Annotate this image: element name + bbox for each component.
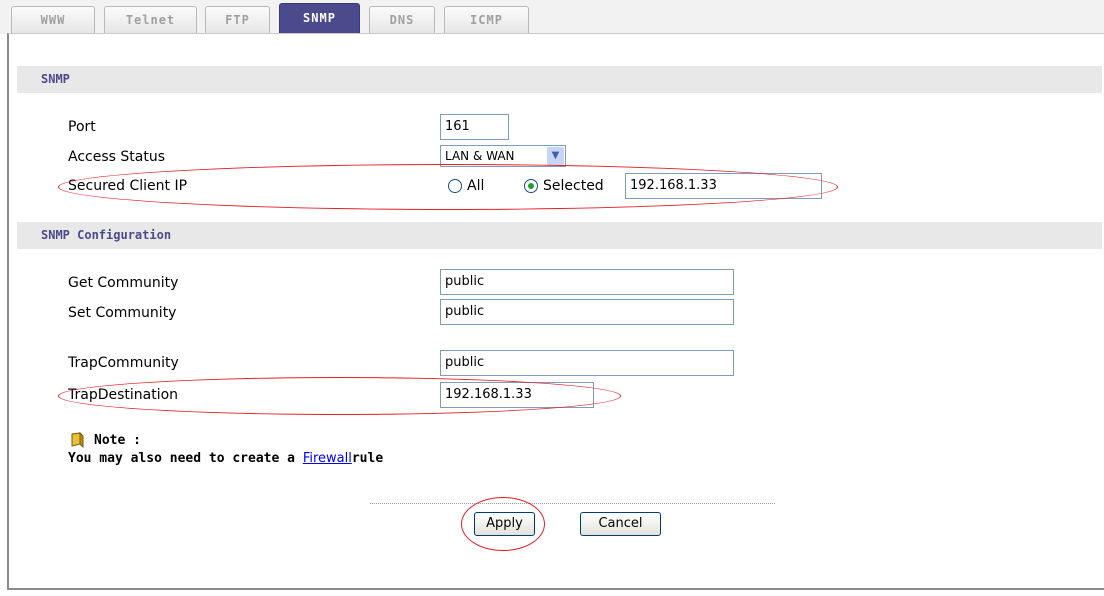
tab-dns[interactable]: DNS <box>369 6 435 33</box>
tab-icmp[interactable]: ICMP <box>444 6 529 33</box>
section-header-snmp-configuration: SNMP Configuration <box>17 222 1102 249</box>
tab-www[interactable]: WWW <box>11 6 95 33</box>
access-status-label: Access Status <box>68 149 165 165</box>
get-community-input[interactable]: public <box>440 269 734 295</box>
radio-all[interactable] <box>448 179 462 193</box>
note-icon <box>71 432 84 448</box>
note-title: Note : <box>94 433 141 448</box>
access-status-value: LAN & WAN <box>445 149 515 163</box>
trap-destination-label: TrapDestination <box>68 387 179 403</box>
note-text-after: rule <box>351 451 384 466</box>
section-header-snmp: SNMP <box>17 66 1102 93</box>
chevron-down-icon[interactable]: ▼ <box>547 147 564 165</box>
tab-telnet[interactable]: Telnet <box>104 6 197 33</box>
port-input[interactable]: 161 <box>440 114 509 140</box>
trap-community-input[interactable]: public <box>440 350 734 376</box>
get-community-label: Get Community <box>68 275 179 291</box>
radio-all-label: All <box>467 178 485 194</box>
port-label: Port <box>68 119 96 135</box>
secured-client-ip-input[interactable]: 192.168.1.33 <box>625 173 822 199</box>
radio-selected-label: Selected <box>543 178 604 194</box>
divider <box>370 503 775 504</box>
access-status-select[interactable]: LAN & WAN ▼ <box>440 145 566 167</box>
trap-destination-input[interactable]: 192.168.1.33 <box>440 382 594 408</box>
note-text: You may also need to create a Firewallru… <box>68 451 383 466</box>
radio-selected[interactable] <box>524 179 538 193</box>
note-text-before: You may also need to create a <box>68 451 303 466</box>
tab-ftp[interactable]: FTP <box>205 6 270 33</box>
set-community-input[interactable]: public <box>440 299 734 325</box>
tab-snmp[interactable]: SNMP <box>279 3 360 33</box>
firewall-link[interactable]: Firewall <box>303 451 352 466</box>
cancel-button[interactable]: Cancel <box>580 512 661 536</box>
trap-community-label: TrapCommunity <box>68 355 179 371</box>
tab-bar: WWW Telnet FTP SNMP DNS ICMP <box>0 0 1104 34</box>
set-community-label: Set Community <box>68 305 177 321</box>
apply-button[interactable]: Apply <box>474 512 535 536</box>
secured-client-ip-label: Secured Client IP <box>68 178 188 194</box>
